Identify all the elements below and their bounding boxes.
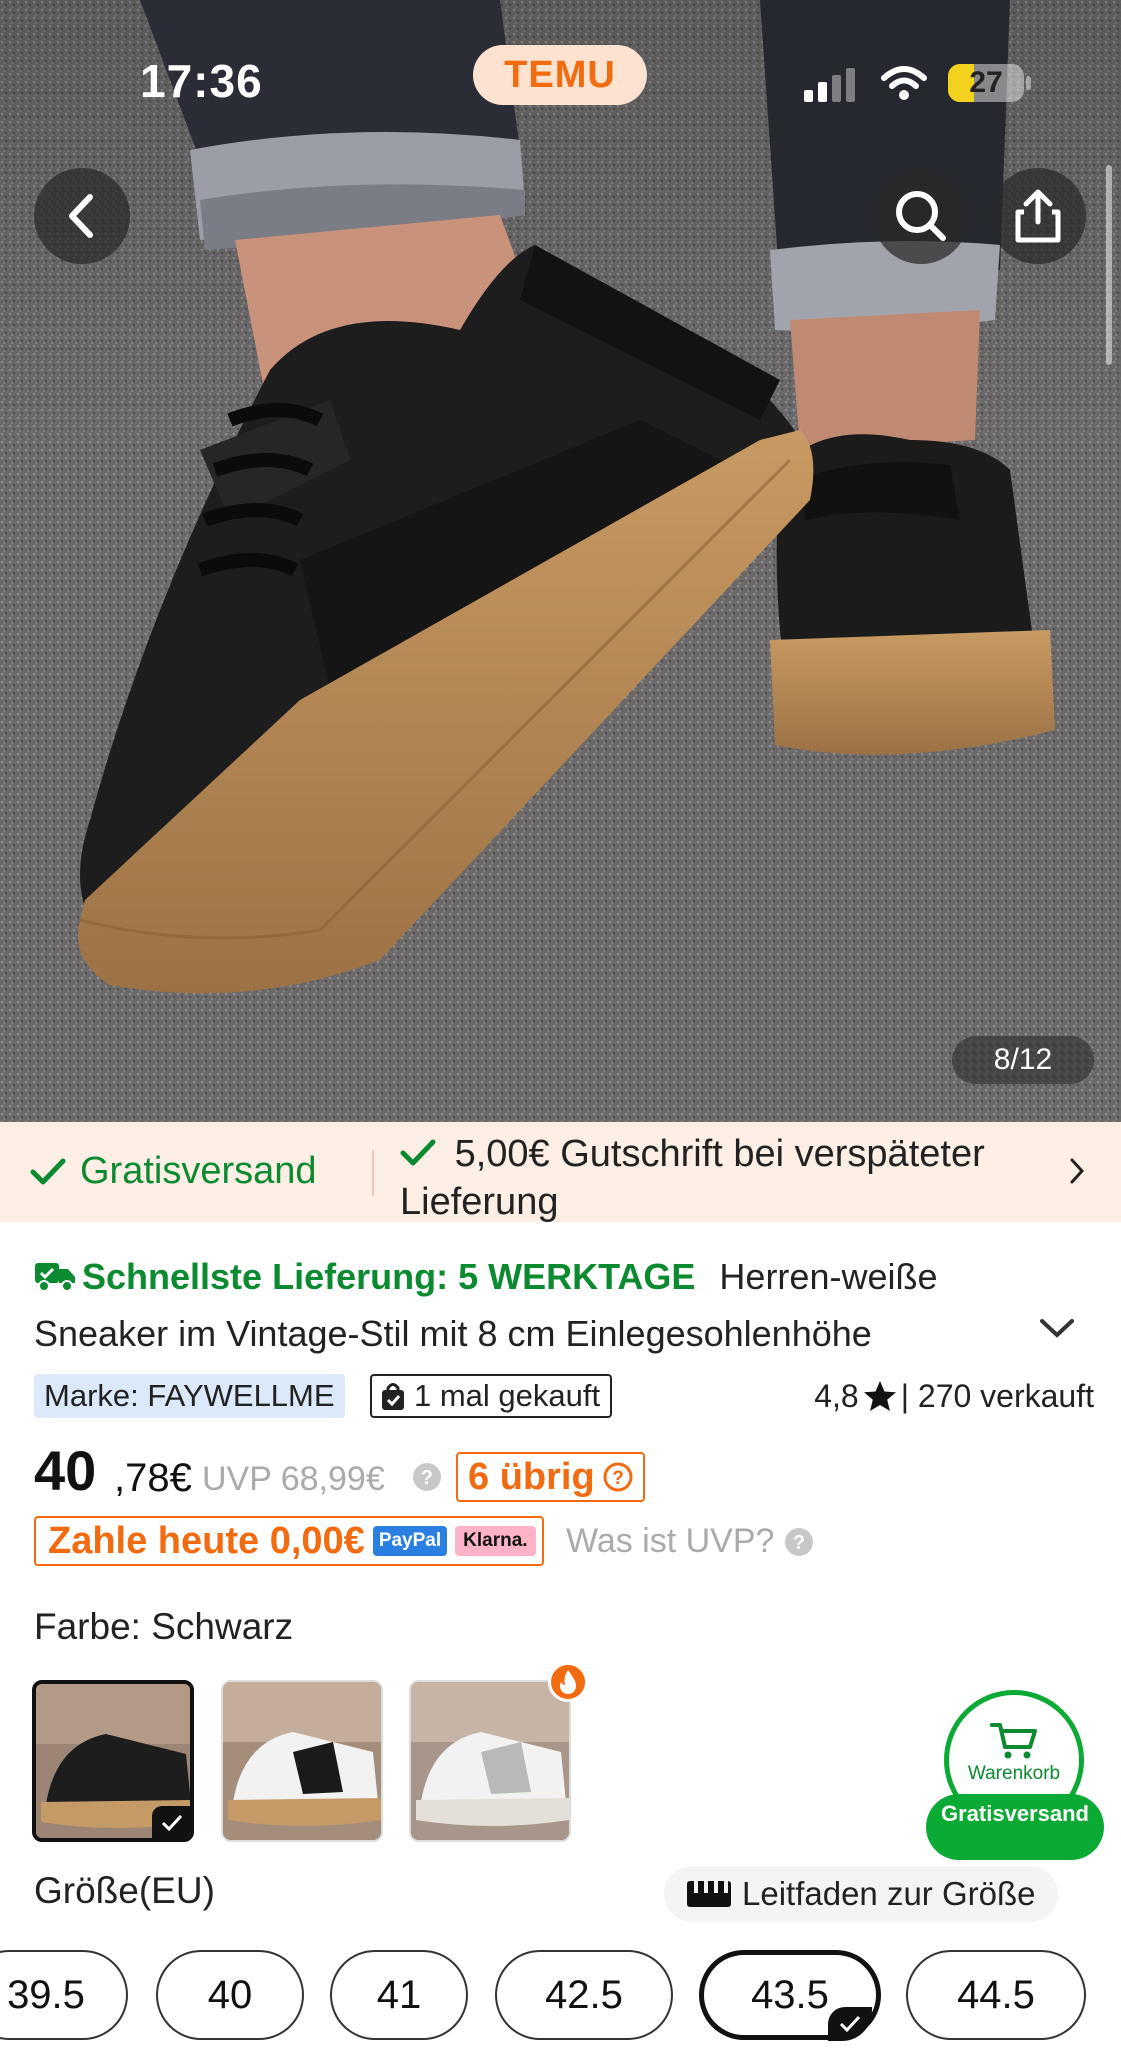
star-icon [863,1381,896,1411]
status-time: 17:36 [140,55,263,107]
cart-icon [990,1723,1037,1759]
back-button[interactable] [34,168,130,264]
ruler-icon [687,1881,731,1907]
check-icon [839,2015,861,2033]
size-guide-button[interactable]: Leitfaden zur Größe [664,1866,1058,1922]
stock-label: 6 übrig [468,1456,595,1498]
payment-row: Zahle heute 0,00€ PayPal Klarna. Was ist… [34,1516,1094,1566]
product-image[interactable]: 17:36 TEMU 27 8/12 [0,0,1121,1122]
size-option-44-5[interactable]: 44.5 [906,1950,1086,2040]
size-option-40[interactable]: 40 [156,1950,304,2040]
late-credit-label: 5,00€ Gutschrift bei verspäteter Lieferu… [400,1133,985,1223]
size-option-42-5[interactable]: 42.5 [495,1950,673,2040]
help-icon[interactable]: ? [412,1462,442,1492]
late-credit: 5,00€ Gutschrift bei verspäteter Lieferu… [400,1130,1060,1226]
color-swatch-white-grey[interactable] [409,1680,571,1842]
chevron-right-icon [1070,1158,1085,1184]
size-option-label: 43.5 [751,1973,829,2017]
swatch-image [223,1682,381,1840]
help-icon: ? [603,1462,633,1492]
bought-label: 1 mal gekauft [414,1378,601,1413]
uvp-question-label: Was ist UVP? [566,1522,775,1560]
size-option-39-5[interactable]: 39.5 [0,1950,128,2040]
rating[interactable]: 4,8 | 270 verkauft [814,1374,1094,1418]
svg-text:?: ? [612,1468,624,1489]
image-counter: 8/12 [952,1036,1094,1084]
battery-icon: 27 [948,64,1024,102]
check-icon [400,1139,436,1166]
delivery-info: Schnellste Lieferung: 5 WERKTAGE [34,1256,705,1297]
stock-badge[interactable]: 6 übrig ? [456,1452,645,1502]
selected-check [828,2007,872,2041]
delivery-label: Schnellste Lieferung: 5 WERKTAGE [82,1256,696,1297]
svg-text:?: ? [421,1467,433,1489]
uvp-question[interactable]: Was ist UVP? ? [566,1522,814,1561]
pay-later-badge[interactable]: Zahle heute 0,00€ PayPal Klarna. [34,1516,544,1566]
banner-divider [372,1150,374,1196]
size-option-41[interactable]: 41 [330,1950,468,2040]
search-button[interactable] [873,168,969,264]
help-icon: ? [785,1527,814,1556]
check-icon [161,1814,183,1832]
price-row: 40 ,78€ UVP 68,99€ ? 6 übrig ? [34,1438,1094,1502]
size-guide-label: Leitfaden zur Größe [742,1875,1036,1912]
battery-level: 27 [969,66,1003,99]
rating-value: 4,8 [814,1378,859,1414]
battery-tip [1026,76,1031,90]
color-label: Farbe: Schwarz [34,1606,294,1647]
product-title[interactable]: Schnellste Lieferung: 5 WERKTAGE Herren-… [34,1248,1034,1362]
flame-icon [548,1662,588,1702]
price-integer: 40 [34,1439,97,1502]
selected-check [152,1806,190,1838]
size-option-43-5[interactable]: 43.5 [699,1950,881,2041]
wifi-icon [881,66,927,100]
scroll-indicator [1106,165,1112,365]
status-bar: 17:36 TEMU 27 [0,0,1121,170]
swatch-image [411,1682,569,1840]
klarna-logo: Klarna. [455,1526,536,1556]
brand-badge[interactable]: Marke: FAYWELLME [34,1374,345,1418]
size-label: Größe(EU) [34,1870,215,1911]
uvp-price: UVP 68,99€ [202,1460,385,1498]
paypal-logo: PayPal [372,1526,448,1556]
search-icon [896,191,946,241]
truck-icon [35,1263,75,1292]
svg-text:?: ? [793,1532,805,1554]
shipping-banner[interactable]: Gratisversand 5,00€ Gutschrift bei versp… [0,1122,1121,1223]
chevron-down-icon[interactable] [1038,1316,1076,1340]
share-icon [1015,189,1061,243]
flame-shape [560,1670,576,1694]
free-shipping: Gratisversand [30,1150,317,1193]
price-decimal: ,78€ [114,1456,192,1500]
check-icon [30,1158,66,1184]
signal-icon [804,68,855,102]
color-swatch-white-black[interactable] [221,1680,383,1842]
product-meta: Marke: FAYWELLME 1 mal gekauft 4,8 | 270… [34,1374,1094,1418]
cart-shipping-pill[interactable]: Gratisversand [926,1794,1104,1860]
free-shipping-label: Gratisversand [80,1150,317,1192]
bought-badge: 1 mal gekauft [370,1374,613,1418]
shopping-bag-icon [382,1383,404,1410]
cart-label: Warenkorb [967,1763,1061,1784]
chevron-left-icon [69,194,93,238]
temu-badge[interactable]: TEMU [473,45,647,105]
share-button[interactable] [990,168,1086,264]
sold-count: | 270 verkauft [900,1378,1094,1414]
color-swatch-black[interactable] [32,1680,194,1842]
pay-today-label: Zahle heute 0,00€ [48,1519,365,1562]
